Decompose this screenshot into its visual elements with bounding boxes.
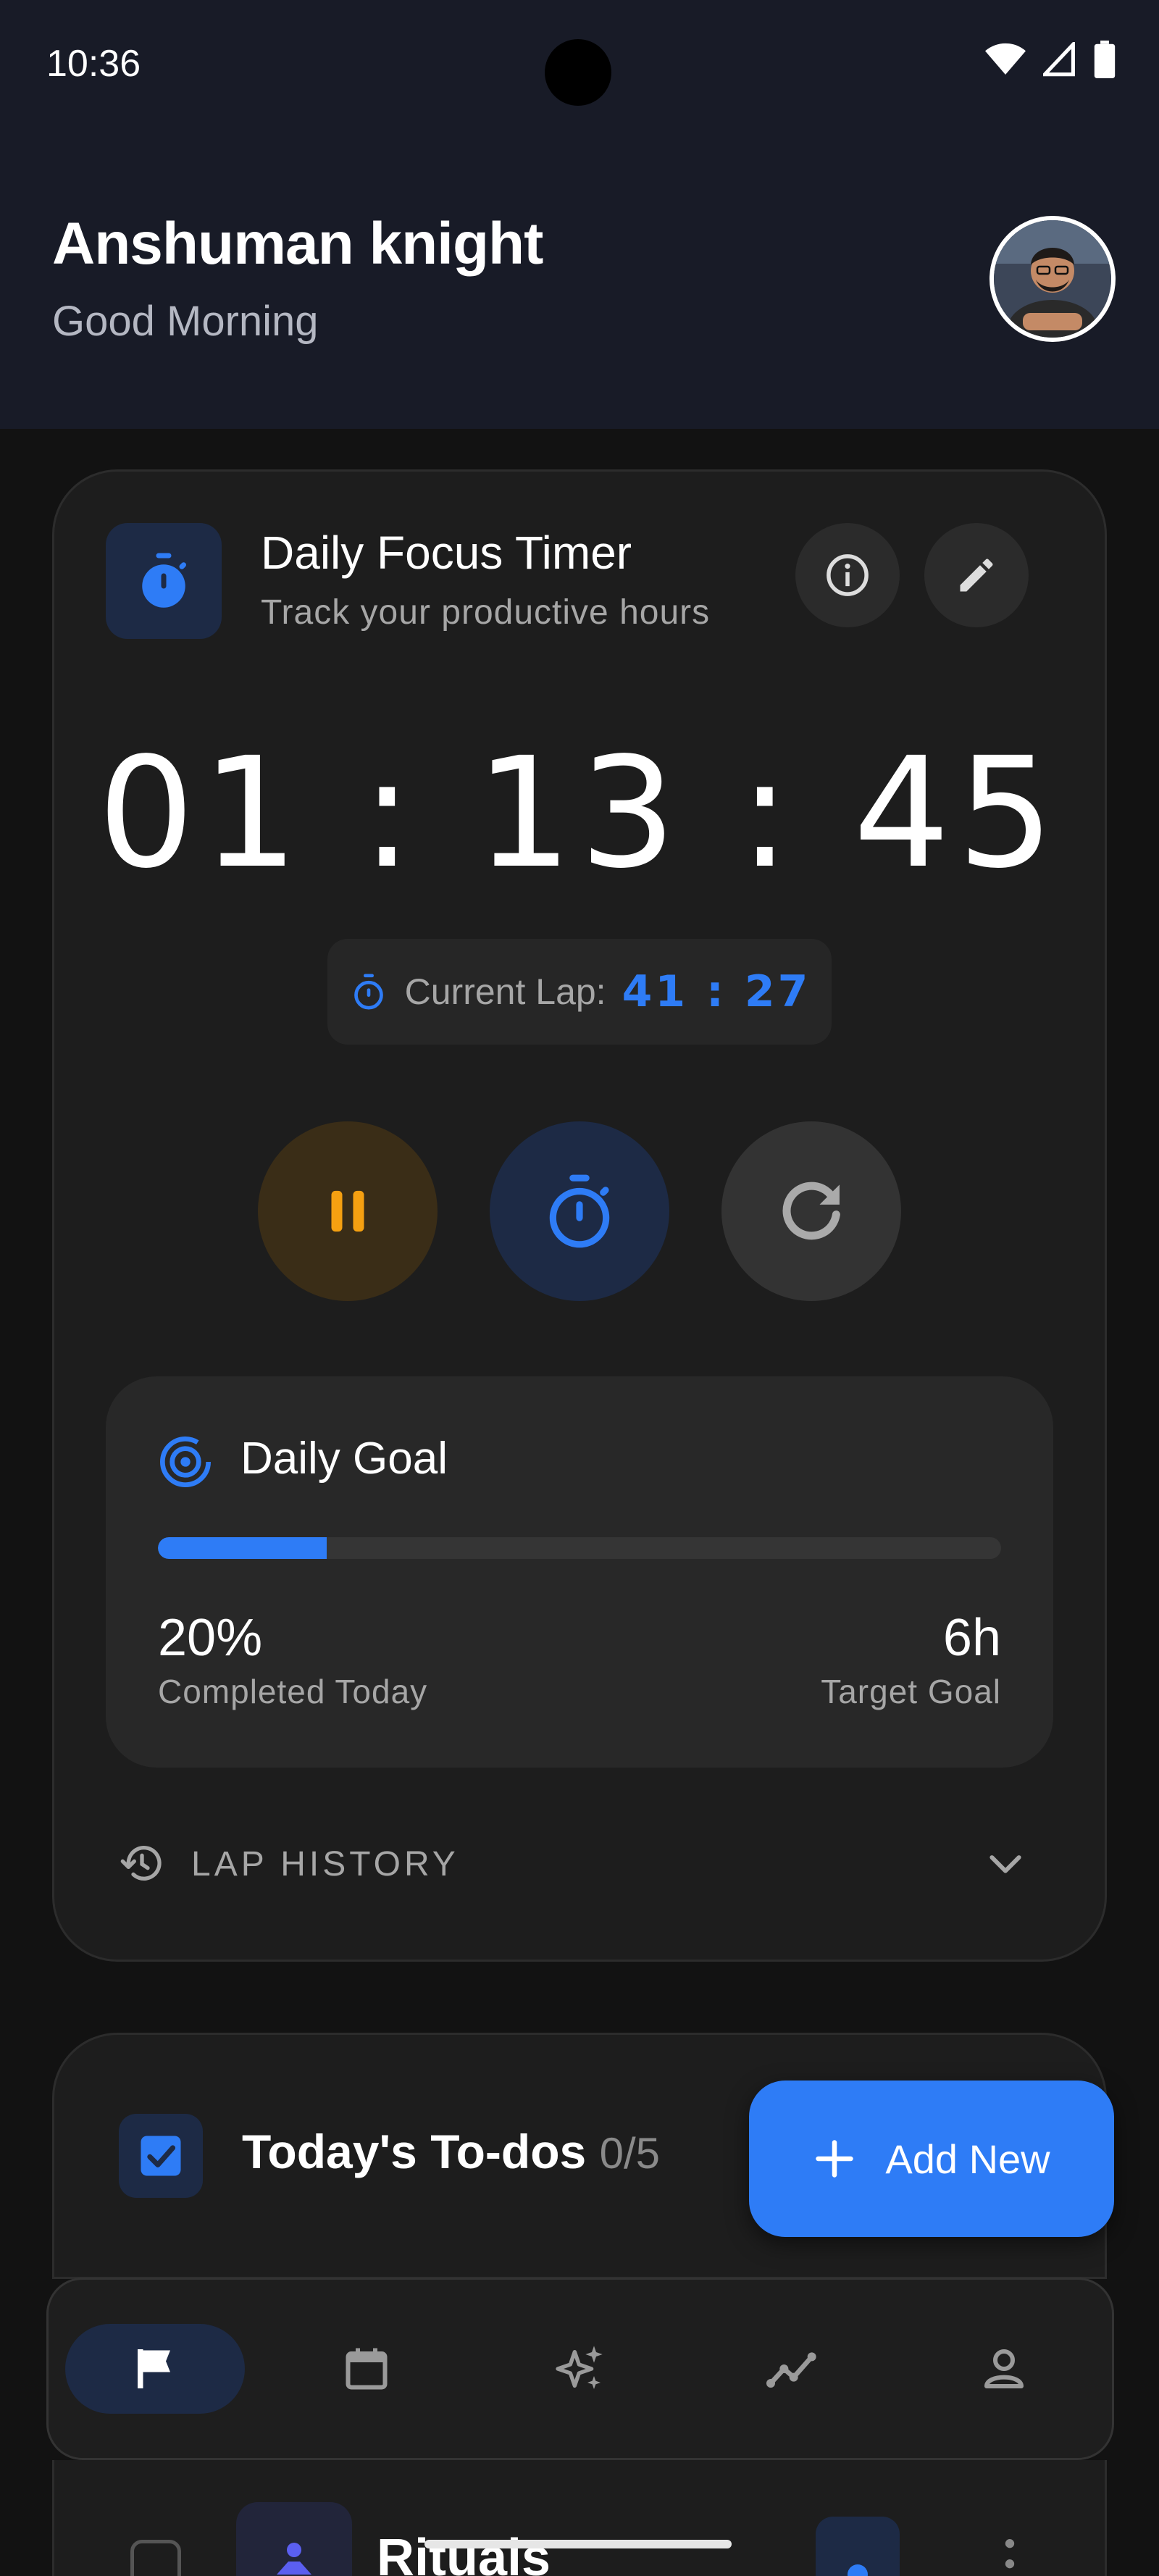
status-time: 10:36 [46, 43, 141, 85]
avatar[interactable] [989, 216, 1116, 342]
edit-button[interactable] [924, 523, 1029, 627]
chevron-down-icon[interactable] [982, 1840, 1029, 1890]
goal-progress-fill [158, 1537, 327, 1559]
user-name: Anshuman knight [52, 211, 543, 277]
current-lap-label: Current Lap: [404, 971, 606, 1012]
stopwatch-icon [142, 553, 186, 608]
battery-icon [1094, 41, 1116, 78]
lap-button[interactable] [490, 1121, 669, 1301]
info-icon [827, 554, 869, 596]
lap-history-toggle[interactable]: LAP HISTORY [191, 1844, 459, 1884]
meditation-icon [236, 2502, 352, 2576]
plus-icon [816, 2140, 854, 2178]
rituals-checkbox[interactable] [130, 2540, 181, 2576]
reset-button[interactable] [721, 1121, 901, 1301]
timer-icon [549, 1174, 610, 1248]
goal-target-label: Target Goal [821, 1673, 1001, 1710]
rituals-title: Rituals [377, 2529, 551, 2576]
flag-icon [138, 2349, 170, 2388]
todos-title: Today's To-dos 0/5 [242, 2124, 660, 2179]
nav-item-profile[interactable] [914, 2324, 1094, 2414]
timer-subtitle: Track your productive hours [261, 593, 711, 632]
insights-icon [766, 2352, 816, 2388]
calendar-icon [346, 2348, 388, 2390]
rituals-card [52, 2460, 1107, 2576]
sun-icon [816, 2517, 900, 2576]
current-lap-value: 41 : 27 [622, 966, 811, 1017]
wifi-icon [985, 43, 1026, 75]
todos-count: 0/5 [599, 2129, 661, 2178]
timer-icon-box [106, 523, 222, 639]
timer-clock: 01 : 13 : 45 [97, 724, 1062, 902]
target-icon [156, 1433, 214, 1494]
more-vert-icon[interactable] [997, 2535, 1023, 2576]
sparkle-icon [556, 2346, 603, 2389]
goal-progress-bar [158, 1537, 1001, 1559]
pencil-icon [960, 559, 993, 592]
add-new-label: Add New [885, 2136, 1050, 2182]
history-icon [119, 1840, 165, 1890]
nav-item-insights[interactable] [703, 2324, 882, 2414]
camera-cutout [545, 39, 611, 106]
nav-item-calendar[interactable] [277, 2324, 456, 2414]
refresh-icon [782, 1182, 840, 1240]
todos-checkbox-icon [119, 2114, 203, 2198]
pause-icon [331, 1190, 364, 1232]
signal-icon [1043, 42, 1075, 77]
pause-button[interactable] [258, 1121, 438, 1301]
timer-title: Daily Focus Timer [261, 527, 632, 579]
current-lap-pill: Current Lap: 41 : 27 [327, 939, 832, 1045]
daily-goal-title: Daily Goal [240, 1434, 448, 1484]
status-icons [985, 41, 1116, 78]
nav-item-ai[interactable] [490, 2324, 669, 2414]
home-indicator[interactable] [424, 2540, 732, 2548]
goal-target: 6h [942, 1609, 1001, 1667]
add-new-button[interactable]: Add New [749, 2081, 1114, 2237]
todos-title-text: Today's To-dos [242, 2125, 587, 2178]
goal-percent: 20% [158, 1609, 263, 1667]
lap-timer-icon [353, 974, 383, 1010]
person-icon [984, 2349, 1024, 2388]
info-button[interactable] [795, 523, 900, 627]
greeting: Good Morning [52, 298, 319, 345]
goal-percent-label: Completed Today [158, 1673, 428, 1710]
nav-item-flag[interactable] [65, 2324, 245, 2414]
